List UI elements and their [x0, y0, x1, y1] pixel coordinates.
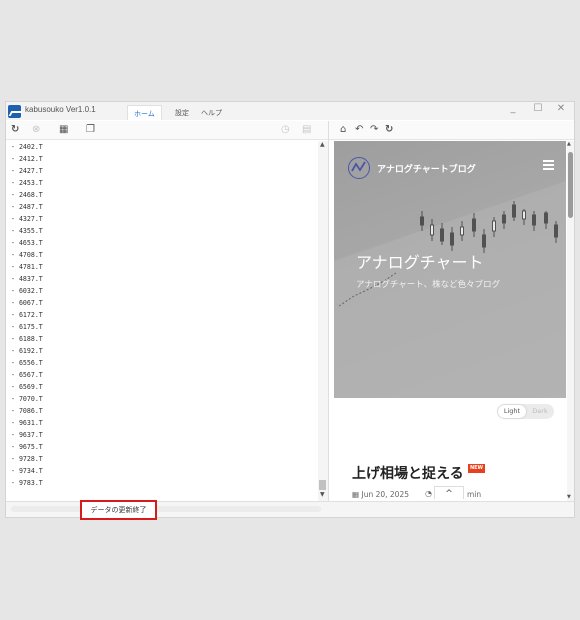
clock-icon[interactable]: ◷: [281, 124, 290, 136]
hero-title: アナログチャート: [356, 253, 484, 272]
list-item[interactable]: - 9734.T: [6, 465, 318, 477]
list-item[interactable]: - 6567.T: [6, 369, 318, 381]
undo-icon[interactable]: ↶: [355, 124, 363, 136]
list-item[interactable]: - 4653.T: [6, 237, 318, 249]
title-bar: kabusouko Ver1.0.1 ホーム 設定 ヘルプ _ ☐ ✕: [6, 102, 574, 120]
list-item[interactable]: - 7070.T: [6, 393, 318, 405]
left-toolbar: ↻ ⊗ ▦ ❐ ◷ ▤: [6, 121, 328, 140]
site-logo-icon[interactable]: [348, 157, 370, 179]
list-item[interactable]: - 6067.T: [6, 297, 318, 309]
post-author-suffix: min: [467, 490, 482, 499]
list-item[interactable]: - 4708.T: [6, 249, 318, 261]
ticker-list: - 2402.T - 2412.T - 2427.T - 2453.T - 2468.T…: [6, 141, 318, 498]
list-item[interactable]: - 4355.T: [6, 225, 318, 237]
list-item[interactable]: - 9728.T: [6, 453, 318, 465]
list-item[interactable]: - 7086.T: [6, 405, 318, 417]
app-title: kabusouko Ver1.0.1: [25, 105, 96, 114]
list-item[interactable]: - 2412.T: [6, 153, 318, 165]
hero-banner: アナログチャートブログ アナログチャート アナログチャート、株など色々ブログ: [334, 141, 566, 398]
list-item[interactable]: - 6188.T: [6, 333, 318, 345]
post-date-text: Jun 20, 2025: [361, 490, 409, 499]
list-item[interactable]: - 9631.T: [6, 417, 318, 429]
redo-icon[interactable]: ↷: [370, 124, 378, 136]
hero-subtitle: アナログチャート、株など色々ブログ: [356, 280, 501, 290]
scroll-down-icon[interactable]: ▼: [567, 494, 571, 500]
list-item[interactable]: - 2402.T: [6, 141, 318, 153]
list-item[interactable]: - 4327.T: [6, 213, 318, 225]
browser-toolbar: ⌂ ↶ ↷ ↻: [329, 121, 574, 140]
scroll-to-top-button[interactable]: ^: [434, 486, 464, 499]
cancel-icon[interactable]: ⊗: [32, 124, 40, 136]
browser-scrollbar[interactable]: ▲ ▼: [567, 141, 574, 501]
list-item[interactable]: - 6175.T: [6, 321, 318, 333]
scrollbar-thumb[interactable]: [319, 480, 326, 490]
list-item[interactable]: - 9637.T: [6, 429, 318, 441]
post-title[interactable]: 上げ相場と捉える: [352, 463, 464, 483]
scroll-down-icon[interactable]: ▼: [320, 491, 325, 498]
new-badge: NEW: [468, 464, 485, 473]
scroll-up-icon[interactable]: ▲: [567, 141, 571, 147]
theme-toggle[interactable]: Light Dark: [497, 404, 554, 419]
list-item[interactable]: - 4781.T: [6, 261, 318, 273]
scroll-up-icon[interactable]: ▲: [320, 141, 325, 148]
list-item[interactable]: - 9783.T: [6, 477, 318, 489]
post-date: ▦ Jun 20, 2025: [352, 490, 409, 499]
list-item[interactable]: - 6556.T: [6, 357, 318, 369]
document-icon[interactable]: ▤: [302, 124, 311, 136]
list-scrollbar[interactable]: ▲ ▼: [318, 141, 328, 501]
list-item[interactable]: - 2453.T: [6, 177, 318, 189]
list-item[interactable]: - 2487.T: [6, 201, 318, 213]
list-item[interactable]: - 2468.T: [6, 189, 318, 201]
reload-icon[interactable]: ↻: [385, 124, 393, 136]
list-item[interactable]: - 4837.T: [6, 273, 318, 285]
tab-settings[interactable]: 設定: [169, 105, 195, 120]
horizontal-scrollbar[interactable]: [11, 506, 321, 512]
list-item[interactable]: - 6032.T: [6, 285, 318, 297]
grid-icon[interactable]: ▦: [59, 124, 68, 136]
home-icon[interactable]: ⌂: [340, 124, 346, 136]
list-item[interactable]: - 9675.T: [6, 441, 318, 453]
tab-help[interactable]: ヘルプ: [195, 105, 228, 120]
pane-divider[interactable]: [328, 121, 329, 501]
copy-icon[interactable]: ❐: [86, 124, 95, 136]
site-name[interactable]: アナログチャートブログ: [377, 162, 476, 175]
list-item[interactable]: - 6569.T: [6, 381, 318, 393]
app-window: kabusouko Ver1.0.1 ホーム 設定 ヘルプ _ ☐ ✕ ↻ ⊗ …: [5, 101, 575, 520]
minimize-button[interactable]: _: [506, 103, 520, 114]
menu-icon[interactable]: [543, 160, 554, 170]
refresh-icon[interactable]: ↻: [11, 124, 19, 136]
list-item[interactable]: - 6172.T: [6, 309, 318, 321]
author-icon: ◔: [425, 489, 432, 498]
maximize-button[interactable]: ☐: [531, 103, 545, 114]
tab-home[interactable]: ホーム: [127, 105, 162, 120]
app-logo-icon: [8, 105, 21, 118]
theme-dark-option[interactable]: Dark: [528, 405, 552, 418]
close-button[interactable]: ✕: [554, 103, 568, 114]
list-item[interactable]: - 6192.T: [6, 345, 318, 357]
list-item[interactable]: - 2427.T: [6, 165, 318, 177]
theme-light-option[interactable]: Light: [498, 405, 526, 418]
status-message: データの更新終了: [80, 500, 157, 520]
browser-view: アナログチャートブログ アナログチャート アナログチャート、株など色々ブログ L…: [334, 141, 566, 499]
scrollbar-thumb[interactable]: [568, 152, 573, 218]
